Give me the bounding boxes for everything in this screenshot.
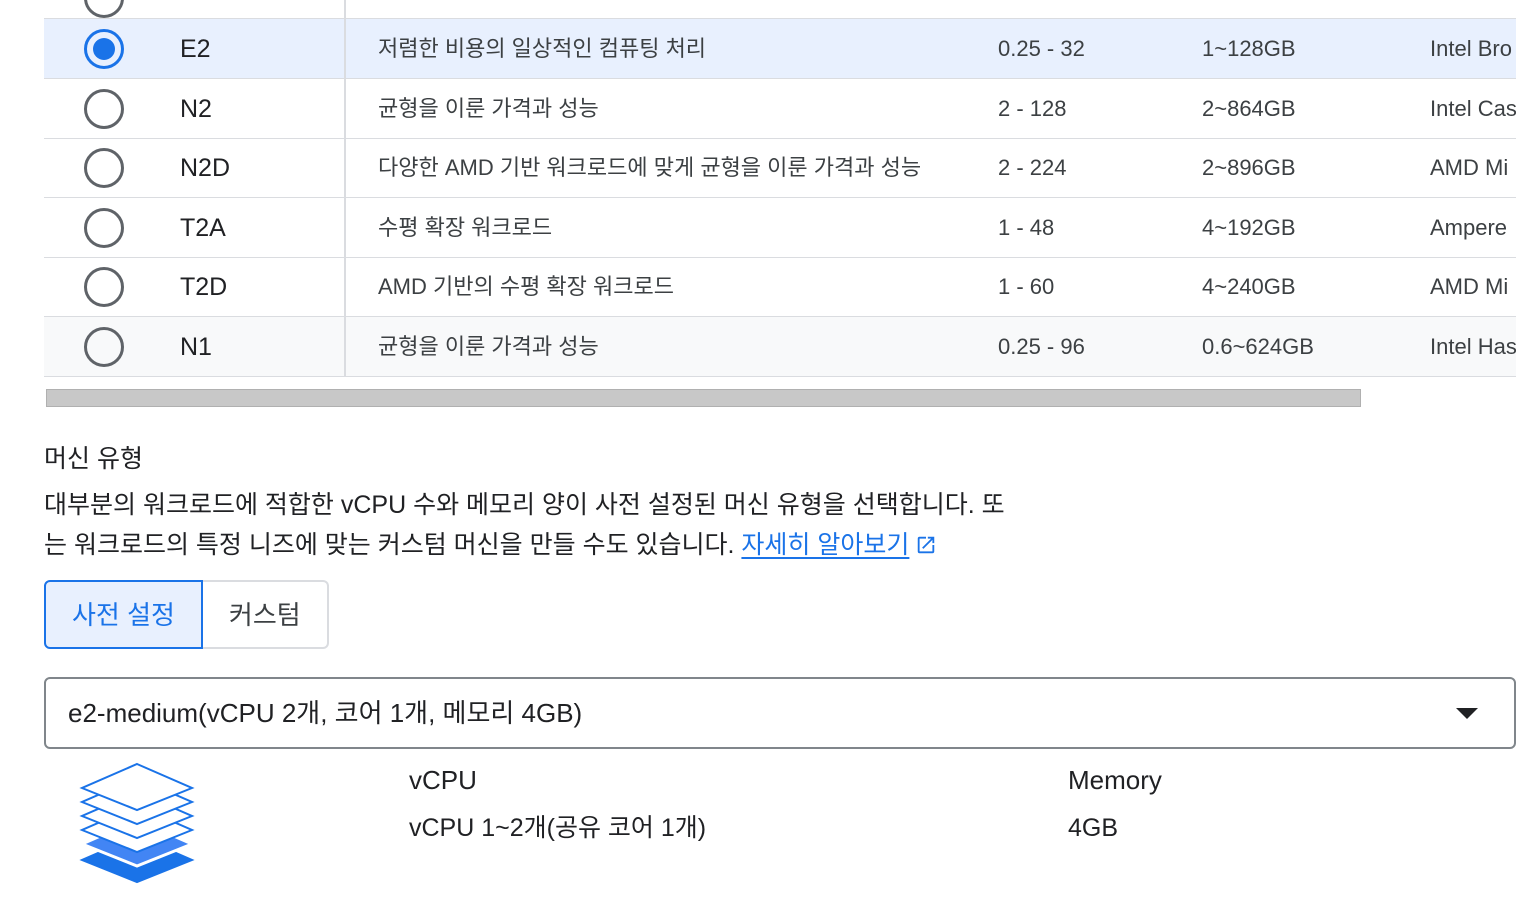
series-description: 균형을 이룬 가격과 성능 xyxy=(378,95,599,121)
table-row[interactable]: T2A 수평 확장 워크로드 1 - 48 4~192GB Ampere xyxy=(44,197,1516,258)
table-row[interactable]: T2D AMD 기반의 수평 확장 워크로드 1 - 60 4~240GB AMD Mi xyxy=(44,257,1516,318)
learn-more-link[interactable]: 자세히 알아보기 xyxy=(741,531,909,559)
memory-range: 4~240GB xyxy=(1202,274,1296,300)
table-row[interactable]: N2D 다양한 AMD 기반 워크로드에 맞게 균형을 이룬 가격과 성능 2 - … xyxy=(44,138,1516,199)
description-line-1: 대부분의 워크로드에 적합한 vCPU 수와 메모리 양이 사전 설정된 머신 … xyxy=(44,491,1005,519)
memory-value: 4GB xyxy=(1068,814,1119,842)
machine-type-title: 머신 유형 xyxy=(44,445,143,473)
table-row-partial xyxy=(44,0,1516,19)
table-row[interactable]: E2 저렴한 비용의 일상적인 컴퓨팅 처리 0.25 - 32 1~128GB Int… xyxy=(44,19,1516,79)
tab-preset[interactable]: 사전 설정 xyxy=(44,580,203,649)
horizontal-scrollbar[interactable] xyxy=(46,389,1361,407)
memory-label: Memory xyxy=(1068,765,1162,795)
radio-button[interactable] xyxy=(84,88,124,129)
radio-button[interactable] xyxy=(84,148,124,189)
column-divider xyxy=(344,19,346,78)
vcpu-range: 2 - 128 xyxy=(998,95,1067,121)
vcpu-value: vCPU 1~2개(공유 코어 1개) xyxy=(409,814,707,842)
machine-series-table: E2 저렴한 비용의 일상적인 컴퓨팅 처리 0.25 - 32 1~128GB Int… xyxy=(44,0,1516,377)
cpu-platform: AMD Mi xyxy=(1430,274,1509,300)
external-link-icon[interactable] xyxy=(915,534,937,556)
memory-range: 2~896GB xyxy=(1202,155,1296,181)
memory-range: 0.6~624GB xyxy=(1202,334,1314,359)
cpu-platform: Intel Cas xyxy=(1430,95,1516,121)
vcpu-label: vCPU xyxy=(409,765,477,795)
memory-range: 2~864GB xyxy=(1202,95,1296,121)
cpu-platform: Intel Has xyxy=(1430,334,1516,359)
radio-button[interactable] xyxy=(84,327,124,367)
series-description: 균형을 이룬 가격과 성능 xyxy=(378,334,599,359)
memory-range: 4~192GB xyxy=(1202,214,1296,240)
layers-chip-icon xyxy=(78,762,196,884)
machine-type-tabs: 사전 설정 커스텀 xyxy=(44,580,329,649)
column-divider xyxy=(344,257,346,317)
cpu-platform: Ampere xyxy=(1430,214,1508,240)
column-divider xyxy=(344,138,346,198)
table-row[interactable]: N2 균형을 이룬 가격과 성능 2 - 128 2~864GB Intel Cas xyxy=(44,78,1516,139)
vcpu-range: 1 - 60 xyxy=(998,274,1055,300)
vcpu-range: 0.25 - 96 xyxy=(998,334,1085,359)
radio-button[interactable] xyxy=(84,207,124,248)
column-divider xyxy=(344,78,346,138)
select-value: e2-medium(vCPU 2개, 코어 1개, 메모리 4GB) xyxy=(68,698,583,728)
series-description: AMD 기반의 수평 확장 워크로드 xyxy=(378,274,674,300)
cpu-platform: Intel Bro xyxy=(1430,36,1512,61)
column-divider xyxy=(344,197,346,257)
series-description: 다양한 AMD 기반 워크로드에 맞게 균형을 이룬 가격과 성능 xyxy=(378,155,922,181)
vcpu-range: 0.25 - 32 xyxy=(998,36,1085,61)
series-description: 저렴한 비용의 일상적인 컴퓨팅 처리 xyxy=(378,36,707,61)
machine-type-select[interactable]: e2-medium(vCPU 2개, 코어 1개, 메모리 4GB) xyxy=(44,677,1516,749)
vcpu-range: 1 - 48 xyxy=(998,214,1055,240)
description-line-2: 는 워크로드의 특정 니즈에 맞는 커스텀 머신을 만들 수도 있습니다. 자세… xyxy=(44,525,1084,565)
column-divider xyxy=(344,0,346,19)
series-name: N1 xyxy=(180,333,212,361)
series-name: N2D xyxy=(180,154,231,183)
description-text: 는 워크로드의 특정 니즈에 맞는 커스텀 머신을 만들 수도 있습니다. xyxy=(44,531,742,559)
memory-range: 1~128GB xyxy=(1202,36,1296,61)
vcpu-range: 2 - 224 xyxy=(998,155,1067,181)
cpu-platform: AMD Mi xyxy=(1430,155,1509,181)
table-row[interactable]: N1 균형을 이룬 가격과 성능 0.25 - 96 0.6~624GB Intel H… xyxy=(44,317,1516,377)
machine-type-description: 대부분의 워크로드에 적합한 vCPU 수와 메모리 양이 사전 설정된 머신 … xyxy=(44,485,1084,565)
series-description: 수평 확장 워크로드 xyxy=(378,214,553,240)
radio-button[interactable] xyxy=(84,267,124,308)
radio-button[interactable] xyxy=(84,29,124,69)
series-name: T2D xyxy=(180,273,228,302)
series-name: N2 xyxy=(180,94,212,123)
series-name: E2 xyxy=(180,35,211,63)
series-name: T2A xyxy=(180,213,226,242)
radio-button[interactable] xyxy=(84,0,124,18)
tab-custom[interactable]: 커스텀 xyxy=(202,580,329,649)
chevron-down-icon xyxy=(1456,708,1478,719)
column-divider xyxy=(344,317,346,376)
